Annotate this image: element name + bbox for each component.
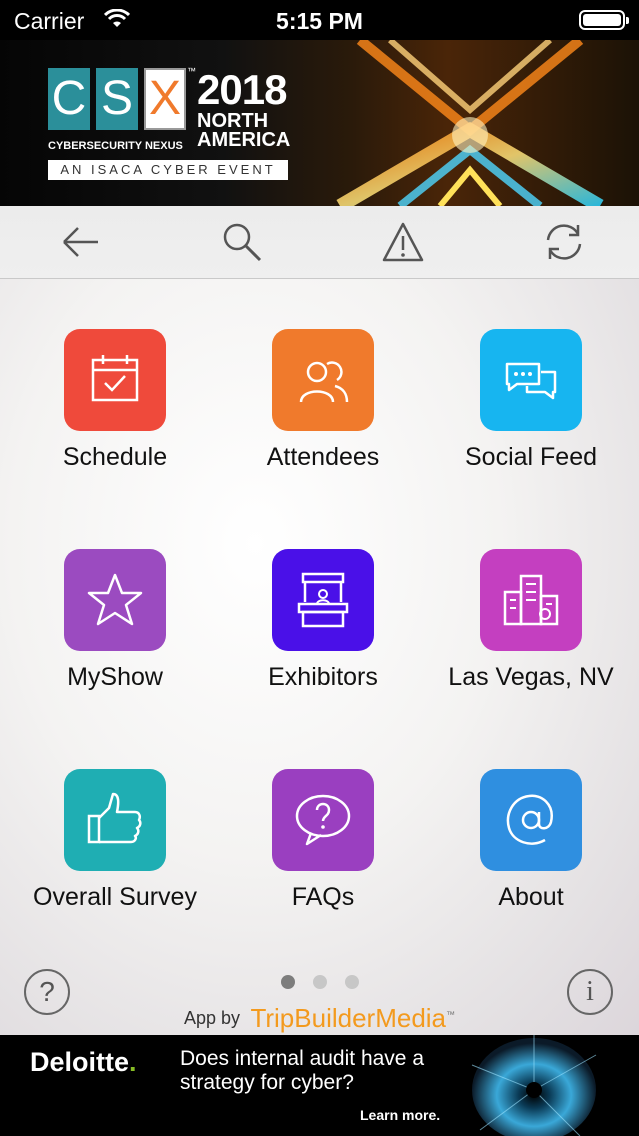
- brand-part1: TripBuilder: [250, 1003, 376, 1033]
- ad-learn-more[interactable]: Learn more.: [360, 1107, 440, 1123]
- tile-faqs[interactable]: FAQs: [219, 719, 427, 919]
- home-grid: Schedule Attendees Social Feed MyShow Ex…: [0, 279, 639, 1035]
- logo-year: 2018: [197, 66, 287, 113]
- tile-faqs-label: FAQs: [291, 883, 355, 911]
- logo-trademark: ™: [187, 66, 196, 76]
- ad-brand-logo: Deloitte.: [30, 1047, 137, 1078]
- page-dot-1[interactable]: [281, 975, 295, 989]
- logo-region: NORTH AMERICA: [197, 111, 291, 151]
- city-buildings-icon: [503, 574, 559, 626]
- tile-attendees-label: Attendees: [266, 443, 380, 471]
- status-bar: Carrier 5:15 PM: [0, 0, 639, 40]
- tile-myshow-label: MyShow: [67, 663, 163, 691]
- ad-brand-name: Deloitte: [30, 1047, 130, 1077]
- app-by-label: App by: [183, 1008, 240, 1028]
- tile-attendees[interactable]: Attendees: [219, 279, 427, 479]
- brand-part2: Media: [375, 1003, 447, 1033]
- at-sign-icon: [506, 794, 553, 845]
- ad-headline: Does internal audit have a strategy for …: [180, 1047, 424, 1094]
- tile-schedule-bg: [64, 329, 166, 431]
- refresh-icon[interactable]: [542, 220, 586, 264]
- tile-about-bg: [480, 769, 582, 871]
- brand-trademark: ™: [446, 1009, 456, 1020]
- page-dot-2[interactable]: [313, 975, 327, 989]
- tile-about[interactable]: About: [427, 719, 635, 919]
- tile-overall-survey[interactable]: Overall Survey: [11, 719, 219, 919]
- back-arrow-icon[interactable]: [58, 220, 102, 264]
- chat-bubbles-icon: [505, 362, 557, 400]
- logo-letter-s: S: [96, 68, 138, 130]
- logo-letter-x: X: [144, 68, 186, 130]
- tile-myshow[interactable]: MyShow: [11, 499, 219, 699]
- tile-exhibitors-bg: [272, 549, 374, 651]
- tile-overall-survey-label: Overall Survey: [33, 883, 197, 911]
- tile-social-feed-bg: [480, 329, 582, 431]
- logo-tagline: AN ISACA CYBER EVENT: [48, 160, 288, 180]
- tile-exhibitors-label: Exhibitors: [268, 663, 378, 691]
- page-dot-3[interactable]: [345, 975, 359, 989]
- ad-brand-dot: .: [129, 1047, 137, 1077]
- tile-las-vegas-bg: [480, 549, 582, 651]
- thumbs-up-icon: [87, 792, 142, 844]
- booth-icon: [297, 572, 349, 628]
- logo-subtitle: CYBERSECURITY NEXUS: [48, 140, 183, 152]
- tile-social-feed-label: Social Feed: [464, 443, 598, 471]
- tile-schedule-label: Schedule: [62, 443, 168, 471]
- clock: 5:15 PM: [276, 8, 363, 34]
- search-icon[interactable]: [220, 220, 264, 264]
- logo-region-line2: AMERICA: [197, 129, 291, 151]
- banner-graphic: [336, 40, 604, 206]
- tile-faqs-bg: [272, 769, 374, 871]
- tile-about-label: About: [498, 883, 564, 911]
- app-by-credit[interactable]: App by TripBuilderMedia™: [0, 1003, 639, 1034]
- battery-icon: [579, 10, 629, 30]
- question-bubble-icon: [295, 794, 351, 846]
- tile-overall-survey-bg: [64, 769, 166, 871]
- ad-tunnel-image: [471, 1035, 597, 1136]
- tile-myshow-bg: [64, 549, 166, 651]
- tile-social-feed[interactable]: Social Feed: [427, 279, 635, 479]
- alert-triangle-icon[interactable]: [381, 220, 425, 264]
- ad-banner[interactable]: Deloitte. Does internal audit have a str…: [0, 1035, 639, 1136]
- star-icon: [87, 573, 143, 626]
- tripbuilder-logo: TripBuilderMedia™: [250, 1003, 455, 1033]
- logo-letter-c: C: [48, 68, 90, 130]
- tile-las-vegas-label: Las Vegas, NV: [448, 663, 614, 691]
- tile-exhibitors[interactable]: Exhibitors: [219, 499, 427, 699]
- calendar-check-icon: [91, 355, 139, 402]
- toolbar: [0, 206, 639, 279]
- tile-las-vegas[interactable]: Las Vegas, NV: [427, 499, 635, 699]
- tile-attendees-bg: [272, 329, 374, 431]
- people-icon: [299, 361, 349, 403]
- event-banner: C S X ™ 2018 NORTH AMERICA CYBERSECURITY…: [0, 40, 639, 206]
- tile-schedule[interactable]: Schedule: [11, 279, 219, 479]
